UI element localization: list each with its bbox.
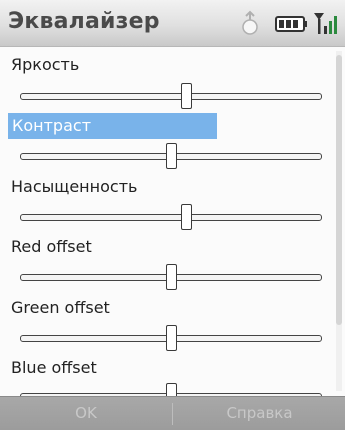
green-offset-slider[interactable]: [20, 325, 322, 351]
slider-thumb[interactable]: [166, 264, 177, 290]
slider-track: [20, 214, 322, 221]
settings-list: Яркость Контраст Насыщенность Red offset…: [0, 47, 345, 409]
signal-icon: [314, 13, 337, 34]
slider-track: [20, 93, 322, 100]
slider-thumb[interactable]: [181, 83, 193, 109]
red-offset-slider[interactable]: [20, 264, 322, 290]
status-icons: [219, 10, 339, 38]
help-softkey[interactable]: Справка: [174, 397, 345, 430]
slider-thumb[interactable]: [166, 143, 177, 169]
scrollbar-thumb[interactable]: [336, 55, 342, 325]
brightness-label: Яркость: [11, 55, 80, 74]
sync-icon: [242, 10, 258, 35]
equalizer-screen: Эквалайзер Яркость Контраст Насыщенность…: [0, 0, 345, 430]
window-title: Эквалайзер: [8, 9, 160, 34]
brightness-slider[interactable]: [20, 83, 322, 109]
green-offset-label: Green offset: [11, 298, 110, 317]
saturation-label: Насыщенность: [11, 177, 138, 196]
ok-softkey[interactable]: OK: [0, 397, 172, 430]
contrast-slider[interactable]: [20, 143, 322, 169]
softkey-divider: [172, 403, 173, 425]
battery-icon: [275, 16, 307, 32]
slider-thumb[interactable]: [181, 204, 193, 230]
title-bar: Эквалайзер: [0, 0, 345, 47]
red-offset-label: Red offset: [11, 237, 92, 256]
softkey-bar: OK Справка: [0, 396, 345, 430]
blue-offset-label: Blue offset: [11, 358, 97, 377]
contrast-label: Контраст: [8, 113, 217, 139]
scrollbar[interactable]: [336, 51, 342, 391]
slider-thumb[interactable]: [166, 325, 177, 351]
saturation-slider[interactable]: [20, 204, 322, 230]
